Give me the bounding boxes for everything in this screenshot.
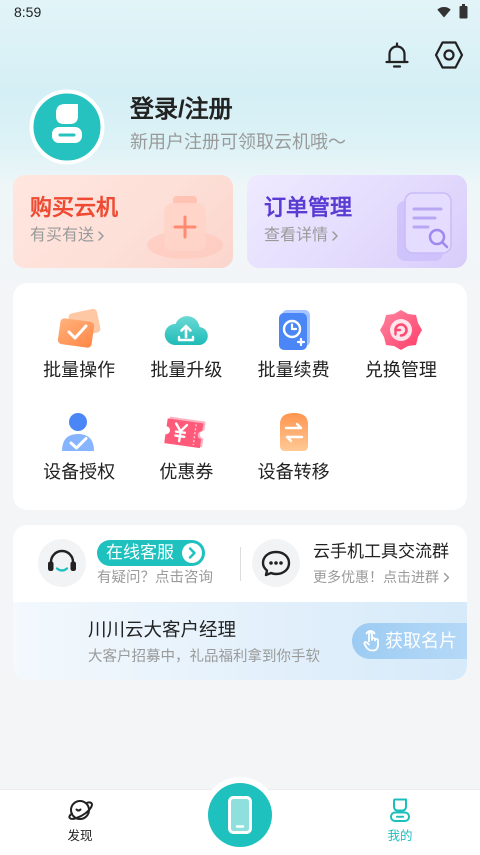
online-service-hint[interactable]: 有疑问？点击咨询 <box>97 568 213 588</box>
get-card-button[interactable]: 获取名片 <box>352 623 467 659</box>
tool-label: 兑换管理 <box>364 360 437 380</box>
account-manager-banner[interactable]: 川川云大客户经理 大客户招募中，礼品福利拿到你手软 获取名片 <box>13 602 467 680</box>
divider <box>240 547 241 581</box>
tool-device-transfer[interactable]: 设备转移 <box>240 410 347 485</box>
bell-icon[interactable] <box>382 40 412 70</box>
profile-subtitle: 新用户注册可领取云机哦～ <box>130 132 346 152</box>
tool-label: 优惠券 <box>159 462 214 482</box>
order-card-subtitle-text: 查看详情 <box>264 227 329 244</box>
banner-title: 川川云大客户经理 <box>88 619 237 640</box>
buy-card-subtitle: 有买有送 <box>30 225 105 247</box>
tools-grid: 批量操作 批量升级 批量续费 兑换管理 设备授权 优惠券 设备转移 <box>13 283 467 485</box>
nav-mine[interactable]: 我的 <box>370 796 430 846</box>
group-hint-text: 更多优惠！点击进群 <box>313 569 439 585</box>
tool-exchange-manage[interactable]: 兑换管理 <box>347 308 454 383</box>
tool-device-authorize[interactable]: 设备授权 <box>26 410 133 485</box>
wifi-icon <box>437 7 451 18</box>
renew-clock-icon <box>278 310 310 350</box>
order-card-title: 订单管理 <box>264 195 353 220</box>
order-document-icon <box>397 192 452 261</box>
tool-batch-upgrade[interactable]: 批量升级 <box>133 308 240 383</box>
box-plus-icon <box>147 196 223 259</box>
chevron-right-icon <box>97 230 105 242</box>
coupon-yen-icon <box>164 416 207 449</box>
cloud-upload-icon <box>165 316 209 346</box>
nav-discover-label: 发现 <box>67 829 93 843</box>
get-card-label: 获取名片 <box>385 631 457 651</box>
tool-batch-renew[interactable]: 批量续费 <box>240 308 347 383</box>
tool-label: 批量操作 <box>43 360 116 380</box>
nav-discover[interactable]: 发现 <box>50 796 110 846</box>
center-button-inner <box>208 783 272 847</box>
exchange-refresh-icon <box>379 310 422 350</box>
user-authorize-icon <box>62 413 95 451</box>
tap-hand-icon <box>363 630 379 652</box>
buy-cloud-phone-card[interactable]: 购买云机 有买有送 <box>13 175 233 268</box>
chevron-right-icon <box>443 572 450 583</box>
buy-card-subtitle-text: 有买有送 <box>30 227 95 244</box>
planet-icon <box>68 800 93 820</box>
phone-icon <box>228 796 252 834</box>
chat-bubble-icon <box>252 539 300 587</box>
cloud-phone-center-button[interactable] <box>202 777 278 853</box>
settings-icon[interactable] <box>433 39 465 71</box>
transfer-arrows-icon <box>279 413 308 451</box>
batch-check-icon <box>57 308 101 348</box>
battery-icon <box>459 4 468 19</box>
online-service-button[interactable]: 在线客服 <box>97 540 205 566</box>
robot-avatar-icon[interactable] <box>29 89 105 165</box>
status-time: 8:59 <box>14 4 42 20</box>
order-card-subtitle: 查看详情 <box>264 225 339 247</box>
robot-profile-icon <box>390 798 410 822</box>
tool-coupon[interactable]: 优惠券 <box>133 410 240 485</box>
group-hint: 更多优惠！点击进群 <box>313 568 450 586</box>
online-service-label: 在线客服 <box>106 543 174 562</box>
buy-card-title: 购买云机 <box>30 195 119 220</box>
nav-mine-label: 我的 <box>387 829 413 843</box>
banner-subtitle: 大客户招募中，礼品福利拿到你手软 <box>88 649 320 665</box>
tool-label: 设备授权 <box>43 462 116 482</box>
headset-icon[interactable] <box>38 539 86 587</box>
chevron-right-icon <box>331 230 339 242</box>
tool-batch-operate[interactable]: 批量操作 <box>26 308 133 383</box>
group-title: 云手机工具交流群 <box>313 542 449 561</box>
service-card: 在线客服 有疑问？点击咨询 云手机工具交流群 更多优惠！点击进群 川川云大客户经… <box>13 525 467 680</box>
tool-label: 批量续费 <box>257 360 330 380</box>
order-management-card[interactable]: 订单管理 查看详情 <box>247 175 467 268</box>
tools-card: 批量操作 批量升级 批量续费 兑换管理 设备授权 优惠券 设备转移 <box>13 283 467 510</box>
join-group-entry[interactable]: 云手机工具交流群 更多优惠！点击进群 <box>252 525 467 602</box>
service-row: 在线客服 有疑问？点击咨询 云手机工具交流群 更多优惠！点击进群 <box>13 525 467 602</box>
tool-label: 批量升级 <box>150 360 223 380</box>
login-register-link[interactable]: 登录/注册 <box>130 95 233 125</box>
chevron-right-circle-icon <box>182 543 202 563</box>
tool-label: 设备转移 <box>257 462 330 482</box>
